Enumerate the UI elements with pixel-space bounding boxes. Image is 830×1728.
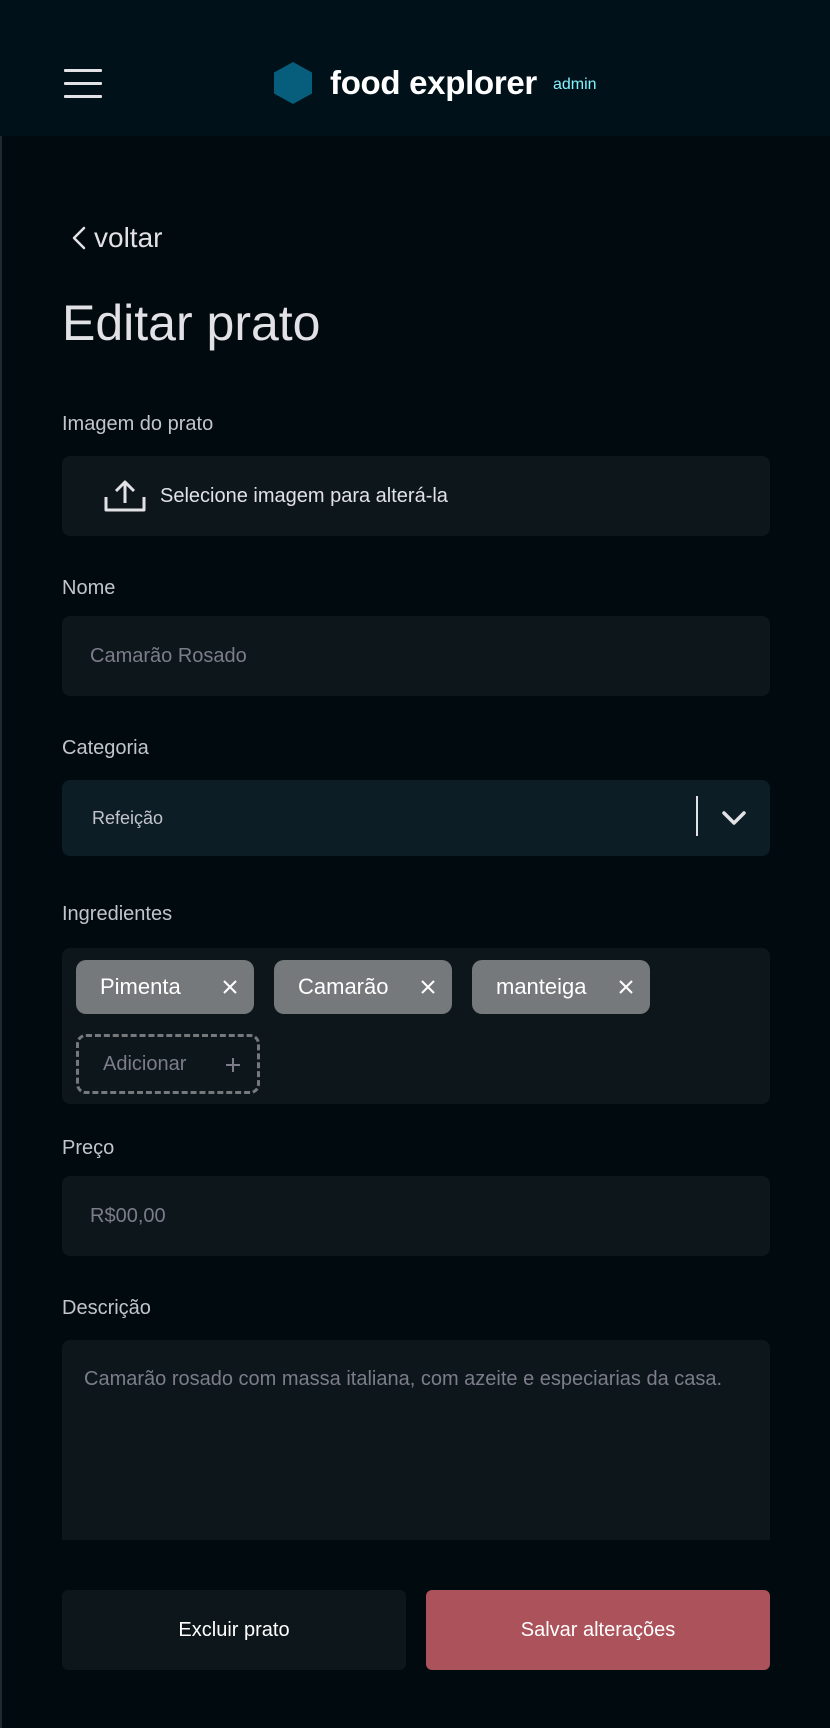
add-ingredient-button[interactable]: Adicionar <box>76 1034 260 1094</box>
menu-bar <box>64 69 102 72</box>
ingredients-label: Ingredientes <box>62 903 173 925</box>
brand-logo[interactable]: food explorer admin <box>274 62 597 104</box>
menu-icon[interactable] <box>64 69 102 99</box>
ingredient-tag-label: manteiga <box>496 974 587 999</box>
ingredient-tag[interactable]: manteiga <box>472 960 650 1014</box>
plus-icon <box>226 1058 240 1072</box>
category-label: Categoria <box>62 737 149 759</box>
image-upload-button[interactable]: Selecione imagem para alterá-la <box>62 456 770 536</box>
save-changes-button[interactable]: Salvar alterações <box>426 1590 770 1670</box>
back-link[interactable]: voltar <box>70 222 162 254</box>
menu-bar <box>64 82 102 85</box>
hexagon-logo-icon <box>274 62 312 104</box>
ingredient-tag-label: Pimenta <box>100 974 181 999</box>
ingredients-field: Pimenta Camarão manteiga Adicionar <box>62 948 770 1104</box>
price-label: Preço <box>62 1137 115 1159</box>
close-icon[interactable] <box>222 979 238 995</box>
image-label: Imagem do prato <box>62 413 214 435</box>
add-ingredient-label: Adicionar <box>103 1053 187 1075</box>
window-edge <box>0 0 2 1728</box>
menu-bar <box>64 95 102 98</box>
close-icon[interactable] <box>420 979 436 995</box>
ingredient-tag[interactable]: Pimenta <box>76 960 254 1014</box>
price-field[interactable]: R$00,00 <box>62 1176 770 1256</box>
chevron-down-icon <box>722 811 746 825</box>
upload-label: Selecione imagem para alterá-la <box>160 484 448 507</box>
ingredient-tag[interactable]: Camarão <box>274 960 452 1014</box>
back-label: voltar <box>94 222 163 253</box>
select-divider <box>696 796 698 836</box>
close-icon[interactable] <box>618 979 634 995</box>
upload-icon <box>104 480 146 512</box>
category-value: Refeição <box>92 807 164 828</box>
description-textarea[interactable]: Camarão rosado com massa italiana, com a… <box>62 1340 770 1540</box>
page-title: Editar prato <box>62 295 321 351</box>
category-select[interactable]: Refeição <box>62 780 770 856</box>
name-label: Nome <box>62 577 116 599</box>
admin-badge: admin <box>552 76 597 93</box>
description-label: Descrição <box>62 1297 151 1319</box>
delete-dish-button[interactable]: Excluir prato <box>62 1590 406 1670</box>
chevron-left-icon <box>72 226 86 250</box>
app-header: food explorer admin <box>0 0 830 136</box>
ingredient-tag-label: Camarão <box>298 974 389 999</box>
name-field[interactable]: Camarão Rosado <box>62 616 770 696</box>
brand-name: food explorer <box>330 64 537 101</box>
